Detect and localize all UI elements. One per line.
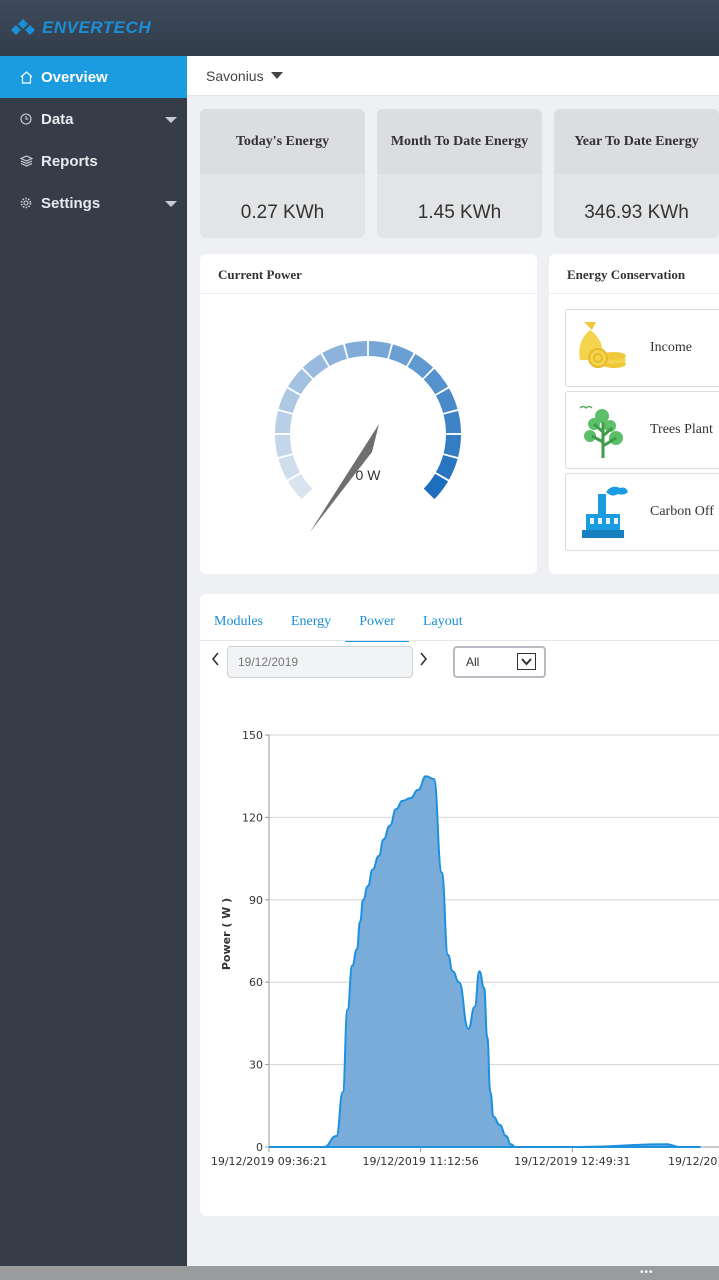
card-title: Energy Conservation (567, 267, 686, 282)
stat-value: 1.45 KWh (417, 202, 502, 223)
clock-icon (18, 111, 34, 127)
sidebar-item-data[interactable]: Data (0, 98, 187, 140)
tab-layout[interactable]: Layout (409, 614, 477, 642)
prev-date-button[interactable] (211, 652, 221, 671)
stat-value: 0.27 KWh (240, 202, 325, 223)
current-power-card: Current Power 0 W (200, 254, 537, 574)
gauge-segment (423, 473, 449, 500)
gauge-segment (278, 388, 301, 414)
next-date-button[interactable] (418, 652, 428, 671)
power-chart: 0 30 60 90 120 150 19/12/2019 09:36:21 19/12/2… (211, 729, 719, 1168)
gauge-segment (388, 344, 414, 367)
chevron-down-icon (165, 201, 177, 207)
station-name: Savonius (206, 67, 264, 84)
stat-value: 346.93 KWh (584, 202, 689, 223)
brand-name: ENVERTECH (42, 18, 152, 37)
chart-tabs: Modules Energy Power Layout (214, 614, 477, 642)
gauge-segment (443, 410, 461, 434)
stat-title: Year To Date Energy (554, 109, 719, 174)
conservation-label: Income (650, 340, 692, 355)
sidebar-item-label: Settings (41, 194, 101, 212)
brand-logo[interactable]: ENVERTECH (10, 18, 151, 38)
conservation-income[interactable]: Income (565, 309, 719, 387)
stat-year-energy: Year To Date Energy 346.93 KWh (554, 109, 719, 238)
y-tick-label: 120 (242, 811, 263, 824)
filter-select[interactable]: All (453, 646, 546, 678)
sidebar-item-reports[interactable]: Reports (0, 140, 187, 182)
divider (549, 293, 719, 294)
gauge-segment (344, 341, 368, 359)
x-tick-label: 19/12/2019 09:36:21 (211, 1155, 327, 1168)
tab-modules[interactable]: Modules (214, 614, 277, 642)
conservation-carbon[interactable]: Carbon Off (565, 473, 719, 551)
chevron-down-icon (165, 117, 177, 123)
sidebar-item-label: Overview (41, 68, 108, 86)
date-input[interactable] (227, 646, 413, 678)
gear-icon (18, 195, 34, 211)
energy-conservation-card: Energy Conservation Income Trees Plant C… (549, 254, 719, 574)
x-tick-label: 19/12/2019 14:26 (668, 1155, 719, 1168)
caret-down-icon (270, 72, 283, 79)
top-bar: ENVERTECH (0, 0, 719, 56)
tab-power[interactable]: Power (345, 614, 409, 642)
bottom-bar (0, 1266, 719, 1280)
stat-title: Today's Energy (200, 109, 365, 174)
sidebar-item-label: Reports (41, 152, 98, 170)
gauge-segment (275, 434, 293, 458)
dropdown-arrow-icon (517, 653, 536, 670)
chart-panel: Modules Energy Power Layout All 0 30 60 90 1… (200, 594, 719, 1216)
stack-icon (18, 153, 34, 169)
x-tick-label: 19/12/2019 11:12:56 (363, 1155, 479, 1168)
chevron-left-icon (211, 652, 219, 666)
power-gauge: 0 W (275, 341, 461, 532)
gauge-segment (278, 454, 301, 480)
tab-energy[interactable]: Energy (277, 614, 345, 642)
gauge-segment (368, 341, 392, 359)
conservation-trees[interactable]: Trees Plant (565, 391, 719, 469)
y-tick-label: 60 (249, 976, 263, 989)
stat-today-energy: Today's Energy 0.27 KWh (200, 109, 365, 238)
conservation-label: Carbon Off (650, 504, 714, 519)
home-icon (18, 69, 34, 85)
stat-title: Month To Date Energy (377, 109, 542, 174)
stat-month-energy: Month To Date Energy 1.45 KWh (377, 109, 542, 238)
y-tick-label: 0 (256, 1141, 263, 1154)
trees-icon (576, 402, 632, 467)
station-selector[interactable]: Savonius (187, 56, 719, 96)
chevron-right-icon (420, 652, 428, 666)
money-bag-icon (576, 320, 632, 381)
divider (200, 640, 719, 641)
conservation-label: Trees Plant (650, 422, 713, 437)
y-tick-label: 150 (242, 729, 263, 742)
gauge-segment (435, 454, 458, 480)
gauge-segment (287, 473, 313, 500)
logo-icon (11, 19, 35, 35)
card-title: Current Power (218, 267, 302, 282)
y-tick-label: 30 (249, 1059, 263, 1072)
gauge-value: 0 W (356, 467, 382, 483)
sidebar-item-settings[interactable]: Settings (0, 182, 187, 224)
gauge-segment (275, 410, 293, 434)
factory-icon (576, 484, 632, 547)
power-area-series (269, 775, 701, 1148)
filter-value: All (466, 655, 480, 669)
gauge-segment (322, 344, 348, 367)
sidebar: Overview Data Reports Settings (0, 56, 187, 1266)
sidebar-item-overview[interactable]: Overview (0, 56, 187, 98)
gauge-segment (435, 388, 458, 414)
y-axis-label: Power ( W ) (220, 898, 233, 970)
sidebar-item-label: Data (41, 110, 74, 128)
x-tick-label: 19/12/2019 12:49:31 (514, 1155, 630, 1168)
more-dots-icon[interactable]: ••• (640, 1267, 654, 1278)
gauge-segment (443, 434, 461, 458)
y-tick-label: 90 (249, 894, 263, 907)
